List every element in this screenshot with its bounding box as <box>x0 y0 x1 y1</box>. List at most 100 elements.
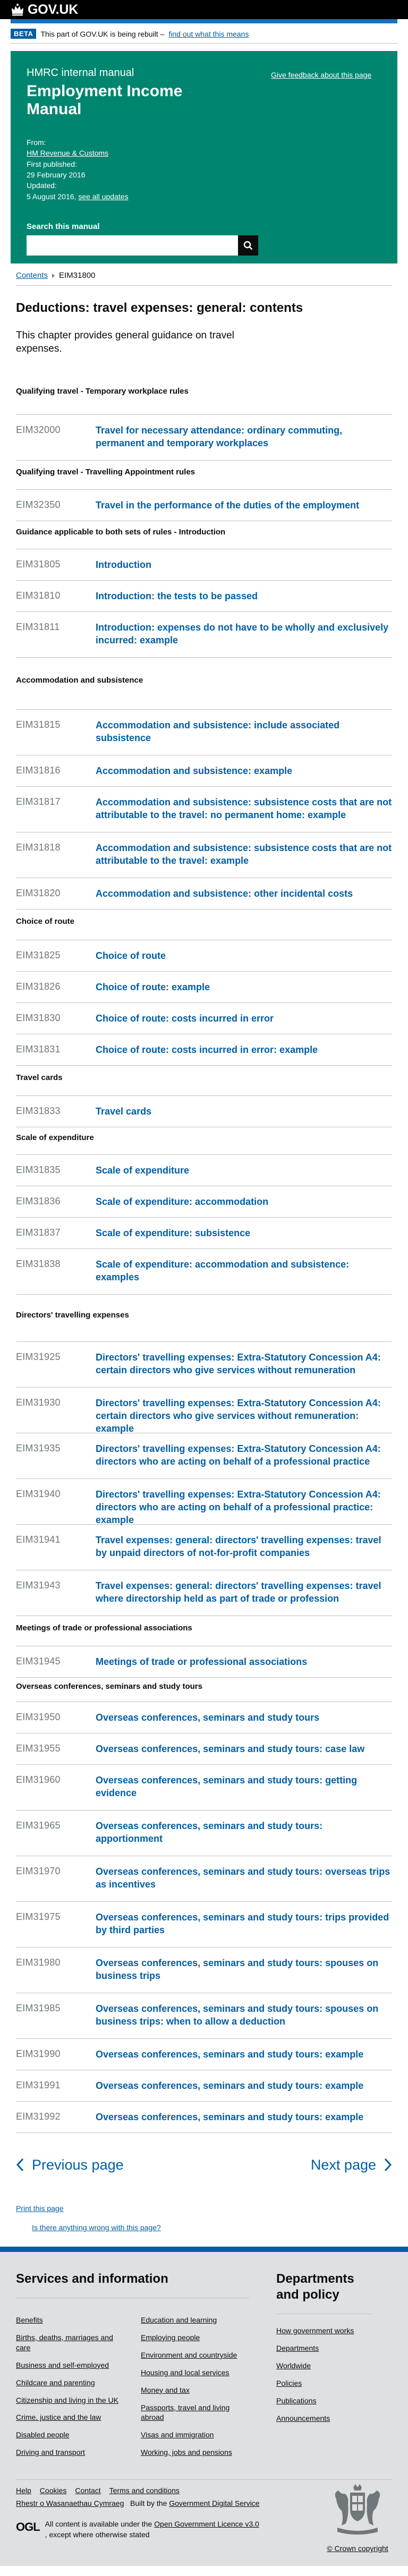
section-link[interactable]: Travel expenses: general: directors' tra… <box>96 1580 392 1605</box>
pagination: Previous page Next page <box>16 2133 392 2197</box>
ogl-link[interactable]: Open Government Licence v3.0 <box>154 2520 259 2528</box>
section-link[interactable]: Travel in the performance of the duties … <box>96 499 359 512</box>
footer-support-link[interactable]: Help <box>16 2486 31 2495</box>
footer-services-column-1: Benefits Births, deaths, marriages and ca… <box>16 2315 125 2465</box>
section-link[interactable]: Directors' travelling expenses: Extra-St… <box>96 1443 392 1468</box>
section-link[interactable]: Accommodation and subsistence: other inc… <box>96 888 353 900</box>
footer-support-link[interactable]: Terms and conditions <box>109 2486 180 2495</box>
search-input[interactable] <box>27 235 238 256</box>
section-link[interactable]: Directors' travelling expenses: Extra-St… <box>96 1489 392 1526</box>
footer-support-link[interactable]: Contact <box>75 2486 100 2495</box>
section-link[interactable]: Choice of route: example <box>96 981 210 994</box>
footer-service-link[interactable]: Driving and transport <box>16 2447 125 2458</box>
contents-row: EIM31935 Directors' travelling expenses: … <box>16 1433 392 1480</box>
section-link[interactable]: Overseas conferences, seminars and study… <box>96 2048 363 2061</box>
footer-service-link[interactable]: Crime, justice and the law <box>16 2412 125 2422</box>
section-link[interactable]: Accommodation and subsistence: subsisten… <box>96 842 392 868</box>
footer-service-link[interactable]: Visas and immigration <box>141 2430 250 2440</box>
search-button[interactable] <box>238 235 258 256</box>
site-header: GOV.UK <box>0 0 408 19</box>
section-link[interactable]: Travel expenses: general: directors' tra… <box>96 1534 392 1560</box>
footer-service-link[interactable]: Housing and local services <box>141 2368 250 2378</box>
section-code: EIM31925 <box>16 1351 61 1363</box>
footer-service-link[interactable]: Education and learning <box>141 2315 250 2325</box>
footer-service-link[interactable]: Births, deaths, marriages and care <box>16 2333 125 2353</box>
footer-policy-link[interactable]: Announcements <box>276 2413 372 2424</box>
footer-support-link[interactable]: Cookies <box>40 2486 67 2495</box>
section-link[interactable]: Travel for necessary attendance: ordinar… <box>96 424 392 450</box>
print-link[interactable]: Print this page <box>16 2204 64 2213</box>
footer-service-link[interactable]: Money and tax <box>141 2385 250 2395</box>
section-link[interactable]: Choice of route: costs incurred in error <box>96 1013 274 1025</box>
section-link[interactable]: Overseas conferences, seminars and study… <box>96 1957 392 1983</box>
section-link[interactable]: Travel cards <box>96 1106 151 1118</box>
chevron-right-icon <box>384 2158 392 2172</box>
contents-row: EIM31950 Overseas conferences, seminars a… <box>16 1702 392 1734</box>
footer-service-link[interactable]: Citizenship and living in the UK <box>16 2395 125 2405</box>
see-all-updates-link[interactable]: see all updates <box>78 192 128 201</box>
report-problem-link[interactable]: Is there anything wrong with this page? <box>32 2223 161 2232</box>
footer-policy-link[interactable]: Policies <box>276 2378 372 2388</box>
section-link[interactable]: Introduction <box>96 559 151 572</box>
footer-policy-link[interactable]: Publications <box>276 2396 372 2406</box>
gds-link[interactable]: Government Digital Service <box>169 2499 259 2507</box>
beta-info-link[interactable]: find out what this means <box>168 30 249 38</box>
feedback-link[interactable]: Give feedback about this page <box>271 71 371 79</box>
section-link[interactable]: Scale of expenditure: accommodation and … <box>96 1259 392 1284</box>
crown-copyright-link[interactable]: © Crown copyright <box>327 2544 388 2553</box>
contents-row: EIM32350 Travel in the performance of the… <box>16 490 392 522</box>
footer-service-link[interactable]: Environment and countryside <box>141 2350 250 2360</box>
section-link[interactable]: Directors' travelling expenses: Extra-St… <box>96 1397 392 1435</box>
section-code: EIM31960 <box>16 1774 61 1786</box>
section-code: EIM31975 <box>16 1911 61 1923</box>
section-link[interactable]: Accommodation and subsistence: example <box>96 765 292 778</box>
section-link[interactable]: Overseas conferences, seminars and study… <box>96 2080 363 2093</box>
section-link[interactable]: Scale of expenditure: subsistence <box>96 1227 250 1240</box>
published-label: First published: <box>27 159 77 168</box>
section-link[interactable]: Choice of route <box>96 950 166 963</box>
contents-row: EIM31811 Introduction: expenses do not ha… <box>16 612 392 658</box>
section-code: EIM31970 <box>16 1866 61 1877</box>
footer-service-link[interactable]: Benefits <box>16 2315 125 2325</box>
contents-row: EIM31826 Choice of route: example <box>16 972 392 1004</box>
section-link[interactable]: Overseas conferences, seminars and study… <box>96 1743 364 1756</box>
footer-service-link[interactable]: Passports, travel and living abroad <box>141 2403 250 2423</box>
section-link[interactable]: Overseas conferences, seminars and study… <box>96 1774 392 1800</box>
section-link[interactable]: Scale of expenditure <box>96 1164 189 1177</box>
section-code: EIM31990 <box>16 2048 61 2060</box>
footer-policy-link[interactable]: Worldwide <box>276 2361 372 2371</box>
section-link[interactable]: Overseas conferences, seminars and study… <box>96 1712 319 1724</box>
section-link[interactable]: Overseas conferences, seminars and study… <box>96 2111 363 2124</box>
footer-service-link[interactable]: Business and self-employed <box>16 2360 125 2370</box>
section-code: EIM31837 <box>16 1227 61 1238</box>
section-link[interactable]: Meetings of trade or professional associ… <box>96 1656 307 1669</box>
welsh-services-link[interactable]: Rhestr o Wasanaethau Cymraeg <box>16 2499 124 2507</box>
section-link[interactable]: Introduction: expenses do not have to be… <box>96 622 392 647</box>
from-organisation-link[interactable]: HM Revenue & Customs <box>27 149 108 157</box>
section-link[interactable]: Choice of route: costs incurred in error… <box>96 1044 318 1057</box>
section-link[interactable]: Overseas conferences, seminars and study… <box>96 2003 392 2028</box>
breadcrumb-contents-link[interactable]: Contents <box>16 271 48 280</box>
footer-service-link[interactable]: Disabled people <box>16 2430 125 2440</box>
footer-service-link[interactable]: Working, jobs and pensions <box>141 2447 250 2458</box>
section-code: EIM31825 <box>16 950 61 961</box>
footer-policy-link[interactable]: How government works <box>276 2326 372 2336</box>
govuk-logo-link[interactable]: GOV.UK <box>11 2 78 18</box>
next-page-link[interactable]: Next page <box>311 2157 392 2173</box>
section-link[interactable]: Scale of expenditure: accommodation <box>96 1196 268 1209</box>
section-link[interactable]: Overseas conferences, seminars and study… <box>96 1866 392 1891</box>
previous-page-link[interactable]: Previous page <box>16 2157 124 2173</box>
section-code: EIM31810 <box>16 590 61 601</box>
section-heading: Accommodation and subsistence <box>16 658 392 710</box>
section-link[interactable]: Overseas conferences, seminars and study… <box>96 1820 392 1846</box>
footer-policy-link[interactable]: Departments <box>276 2343 372 2353</box>
contents-row: EIM31960 Overseas conferences, seminars a… <box>16 1765 392 1811</box>
section-link[interactable]: Accommodation and subsistence: include a… <box>96 719 392 745</box>
section-code: EIM32000 <box>16 424 61 436</box>
footer-service-link[interactable]: Employing people <box>141 2333 250 2343</box>
section-link[interactable]: Accommodation and subsistence: subsisten… <box>96 796 392 822</box>
footer-service-link[interactable]: Childcare and parenting <box>16 2378 125 2388</box>
section-link[interactable]: Introduction: the tests to be passed <box>96 590 258 603</box>
section-link[interactable]: Directors' travelling expenses: Extra-St… <box>96 1351 392 1377</box>
section-link[interactable]: Overseas conferences, seminars and study… <box>96 1911 392 1937</box>
